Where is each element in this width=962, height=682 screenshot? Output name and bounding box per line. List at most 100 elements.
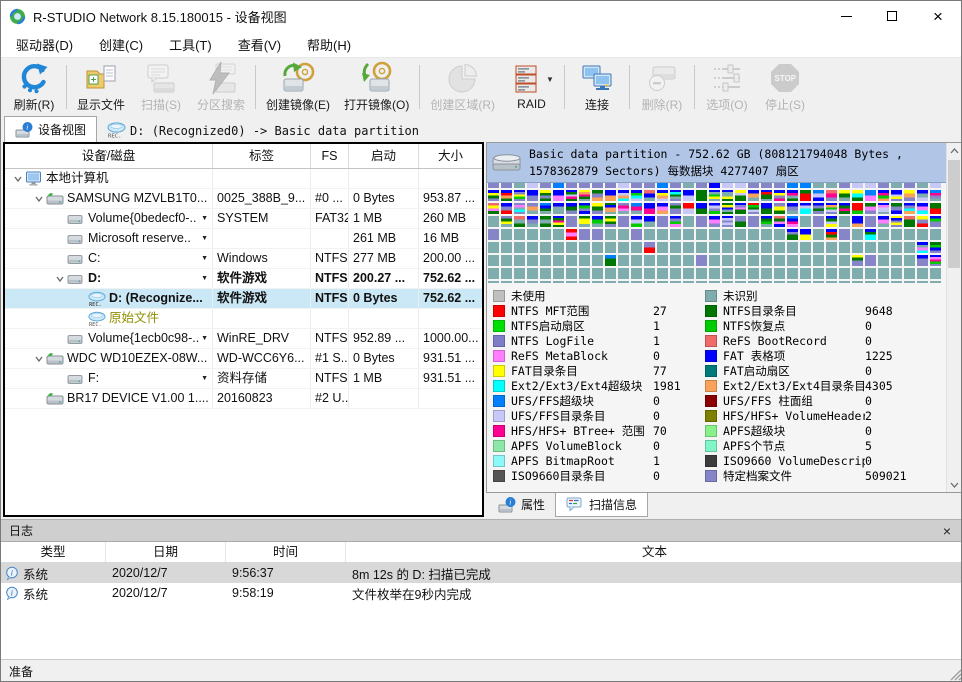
- cell-size: 200.00 ...: [419, 249, 482, 268]
- expander-icon[interactable]: [53, 274, 67, 284]
- device-row-5[interactable]: C:▼WindowsNTFS277 MB200.00 ...: [5, 249, 482, 269]
- device-row-12[interactable]: BR17 DEVICE V1.00 1....20160823#2 U...: [5, 389, 482, 409]
- status-bar: 准备: [1, 659, 962, 682]
- tab-device-view[interactable]: i设备视图: [4, 116, 97, 142]
- toolbar-button-label: 刷新(R): [14, 96, 55, 113]
- column-header-label[interactable]: 标签: [213, 144, 311, 168]
- device-name: D:: [88, 269, 101, 288]
- minimize-button[interactable]: [823, 1, 869, 31]
- tab-scan-information[interactable]: 扫描信息: [555, 493, 648, 517]
- device-row-10[interactable]: WDC WD10EZEX-08W...WD-WCC6Y6...#1 S...0 …: [5, 349, 482, 369]
- expander-icon[interactable]: [32, 194, 46, 204]
- toolbar-button-options[interactable]: 选项(O): [698, 59, 756, 115]
- cell-start: [349, 169, 419, 188]
- log-column-date[interactable]: 日期: [106, 542, 226, 562]
- menu-item-2[interactable]: 创建(C): [86, 31, 156, 58]
- cell-label: 20160823: [213, 389, 311, 408]
- maximize-button[interactable]: [869, 1, 915, 31]
- dropdown-caret-icon[interactable]: ▼: [546, 75, 554, 84]
- log-close-icon[interactable]: ×: [939, 523, 955, 539]
- toolbar: 刷新(R)显示文件扫描(S)分区搜索创建镜像(E)打开镜像(O)创建区域(R)▼…: [1, 58, 961, 115]
- cell-size: [419, 169, 482, 188]
- svg-text:i: i: [11, 569, 13, 578]
- device-row-1[interactable]: 本地计算机: [5, 169, 482, 189]
- scrollbar-up-icon[interactable]: [947, 143, 961, 158]
- device-row-4[interactable]: Microsoft reserve..▼261 MB16 MB: [5, 229, 482, 249]
- partition-icon: [67, 231, 85, 247]
- toolbar-button-create-image[interactable]: 创建镜像(E): [259, 59, 337, 115]
- legend-color-chip: [493, 455, 505, 467]
- toolbar-button-delete[interactable]: 删除(R): [633, 59, 691, 115]
- toolbar-button-refresh[interactable]: 刷新(R): [5, 59, 63, 115]
- toolbar-separator: [66, 65, 67, 109]
- row-dropdown-icon[interactable]: ▼: [201, 209, 208, 228]
- cell-fs: [311, 169, 349, 188]
- column-header-start[interactable]: 启动: [349, 144, 419, 168]
- scrollbar-down-icon[interactable]: [947, 477, 961, 492]
- log-column-type[interactable]: 类型: [1, 542, 106, 562]
- row-dropdown-icon[interactable]: ▼: [201, 249, 208, 268]
- legend-color-chip: [705, 290, 717, 302]
- log-type: 系统: [23, 584, 48, 603]
- legend-row-right-9: HFS/HFS+ VolumeHeader2: [705, 408, 917, 423]
- tab-label: 属性: [521, 496, 545, 513]
- row-dropdown-icon[interactable]: ▼: [201, 369, 208, 388]
- scan-block-map[interactable]: [487, 183, 946, 283]
- row-dropdown-icon[interactable]: ▼: [201, 229, 208, 248]
- delete-icon: [645, 61, 679, 95]
- device-row-2[interactable]: SAMSUNG MZVLB1T0...0025_388B_9...#0 ...0…: [5, 189, 482, 209]
- legend-label: NTFS MFT范围: [511, 303, 653, 319]
- cell-start: 0 Bytes: [349, 349, 419, 368]
- legend-color-chip: [705, 395, 717, 407]
- cell-start: 0 Bytes: [349, 289, 419, 308]
- toolbar-button-show-files[interactable]: 显示文件: [70, 59, 132, 115]
- resize-grip[interactable]: [948, 667, 962, 681]
- device-row-9[interactable]: Volume{1ecb0c98-..▼WinRE_DRVNTFS952.89 .…: [5, 329, 482, 349]
- legend-color-chip: [493, 335, 505, 347]
- legend-count: 0: [865, 394, 917, 408]
- device-row-11[interactable]: F:▼资料存储NTFS1 MB931.51 ...: [5, 369, 482, 389]
- log-column-text[interactable]: 文本: [346, 542, 962, 562]
- log-column-time[interactable]: 时间: [226, 542, 346, 562]
- device-row-8[interactable]: REC.原始文件: [5, 309, 482, 329]
- legend-count: 0: [865, 454, 917, 468]
- log-row-2[interactable]: i系统2020/12/79:58:19文件枚举在9秒内完成: [1, 583, 962, 603]
- toolbar-button-partition-search[interactable]: 分区搜索: [190, 59, 252, 115]
- expander-icon[interactable]: [32, 354, 46, 364]
- scrollbar-thumb[interactable]: [948, 160, 960, 268]
- toolbar-button-create-region[interactable]: 创建区域(R): [423, 59, 502, 115]
- minimize-icon: [841, 16, 852, 17]
- close-button[interactable]: ×: [915, 1, 961, 31]
- row-dropdown-icon[interactable]: ▼: [201, 329, 208, 348]
- menu-item-5[interactable]: 帮助(H): [294, 31, 364, 58]
- toolbar-button-open-image[interactable]: 打开镜像(O): [337, 59, 416, 115]
- column-header-fs[interactable]: FS: [311, 144, 349, 168]
- column-header-device[interactable]: ^设备/磁盘: [5, 144, 213, 168]
- log-row-1[interactable]: i系统2020/12/79:56:378m 12s 的 D: 扫描已完成: [1, 563, 962, 583]
- toolbar-button-raid[interactable]: ▼ RAID: [502, 60, 561, 113]
- column-header-size[interactable]: 大小: [419, 144, 482, 168]
- toolbar-button-scan[interactable]: 扫描(S): [132, 59, 190, 115]
- toolbar-button-stop[interactable]: STOP停止(S): [756, 59, 814, 115]
- row-dropdown-icon[interactable]: ▼: [201, 269, 208, 288]
- menu-item-1[interactable]: 驱动器(D): [3, 31, 86, 58]
- expander-icon[interactable]: [11, 174, 25, 184]
- cell-size: 260 MB: [419, 209, 482, 228]
- device-row-7[interactable]: REC.D: (Recognize...软件游戏NTFS0 Bytes752.6…: [5, 289, 482, 309]
- device-row-6[interactable]: D:▼软件游戏NTFS200.27 ...752.62 ...: [5, 269, 482, 289]
- partition-icon: [67, 371, 85, 387]
- toolbar-button-label: RAID: [517, 97, 546, 111]
- toolbar-button-label: 显示文件: [77, 96, 125, 113]
- device-row-3[interactable]: Volume{0bedecf0-..▼SYSTEMFAT321 MB260 MB: [5, 209, 482, 229]
- legend-label: HFS/HFS+ BTree+ 范围: [511, 423, 653, 439]
- svg-text:i: i: [11, 589, 13, 598]
- menu-item-3[interactable]: 工具(T): [156, 31, 225, 58]
- cell-fs: NTFS: [311, 369, 349, 388]
- device-name: WDC WD10EZEX-08W...: [67, 349, 207, 368]
- menu-item-4[interactable]: 查看(V): [225, 31, 294, 58]
- scan-panel-scrollbar[interactable]: [946, 143, 961, 492]
- legend-row-right-4: ReFS BootRecord0: [705, 333, 917, 348]
- toolbar-button-connect[interactable]: 连接: [568, 59, 626, 115]
- tab-properties[interactable]: i属性: [488, 493, 555, 516]
- tab-partition-view[interactable]: REC.D: (Recognized0) -> Basic data parti…: [97, 119, 429, 142]
